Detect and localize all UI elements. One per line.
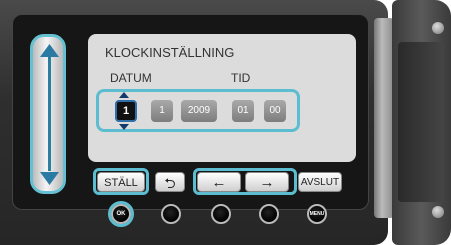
- slider-down-arrow-icon: [40, 172, 59, 185]
- minute-field[interactable]: 00: [264, 100, 286, 122]
- slider-up-arrow-icon: [40, 44, 59, 57]
- menu-button[interactable]: MENU: [307, 204, 327, 224]
- ok-button[interactable]: OK: [111, 204, 131, 224]
- left-arrow-button[interactable]: ←: [197, 172, 241, 192]
- month-field[interactable]: 1: [151, 100, 173, 122]
- value-down-icon[interactable]: [119, 124, 129, 130]
- side-panel-inset: [398, 42, 444, 202]
- page-title: KLOCKINSTÄLLNING: [105, 45, 235, 60]
- back-button[interactable]: ⮌: [155, 172, 185, 192]
- time-label: TID: [231, 71, 251, 85]
- day-field[interactable]: 1: [115, 100, 137, 122]
- date-label: DATUM: [110, 71, 152, 85]
- touch-slider[interactable]: [30, 34, 66, 194]
- right-arrow-button[interactable]: →: [245, 172, 289, 192]
- hour-field[interactable]: 01: [232, 100, 254, 122]
- camera-hinge: [374, 18, 394, 218]
- quit-button[interactable]: AVSLUT: [298, 172, 342, 192]
- value-up-icon[interactable]: [119, 92, 129, 98]
- hardware-button-4[interactable]: [259, 204, 279, 224]
- set-button[interactable]: STÄLL: [97, 172, 145, 192]
- screw-icon: [432, 206, 444, 218]
- hardware-button-3[interactable]: [211, 204, 231, 224]
- screw-icon: [432, 22, 444, 34]
- hardware-button-2[interactable]: [161, 204, 181, 224]
- year-field[interactable]: 2009: [181, 100, 217, 122]
- slider-track: [48, 57, 51, 171]
